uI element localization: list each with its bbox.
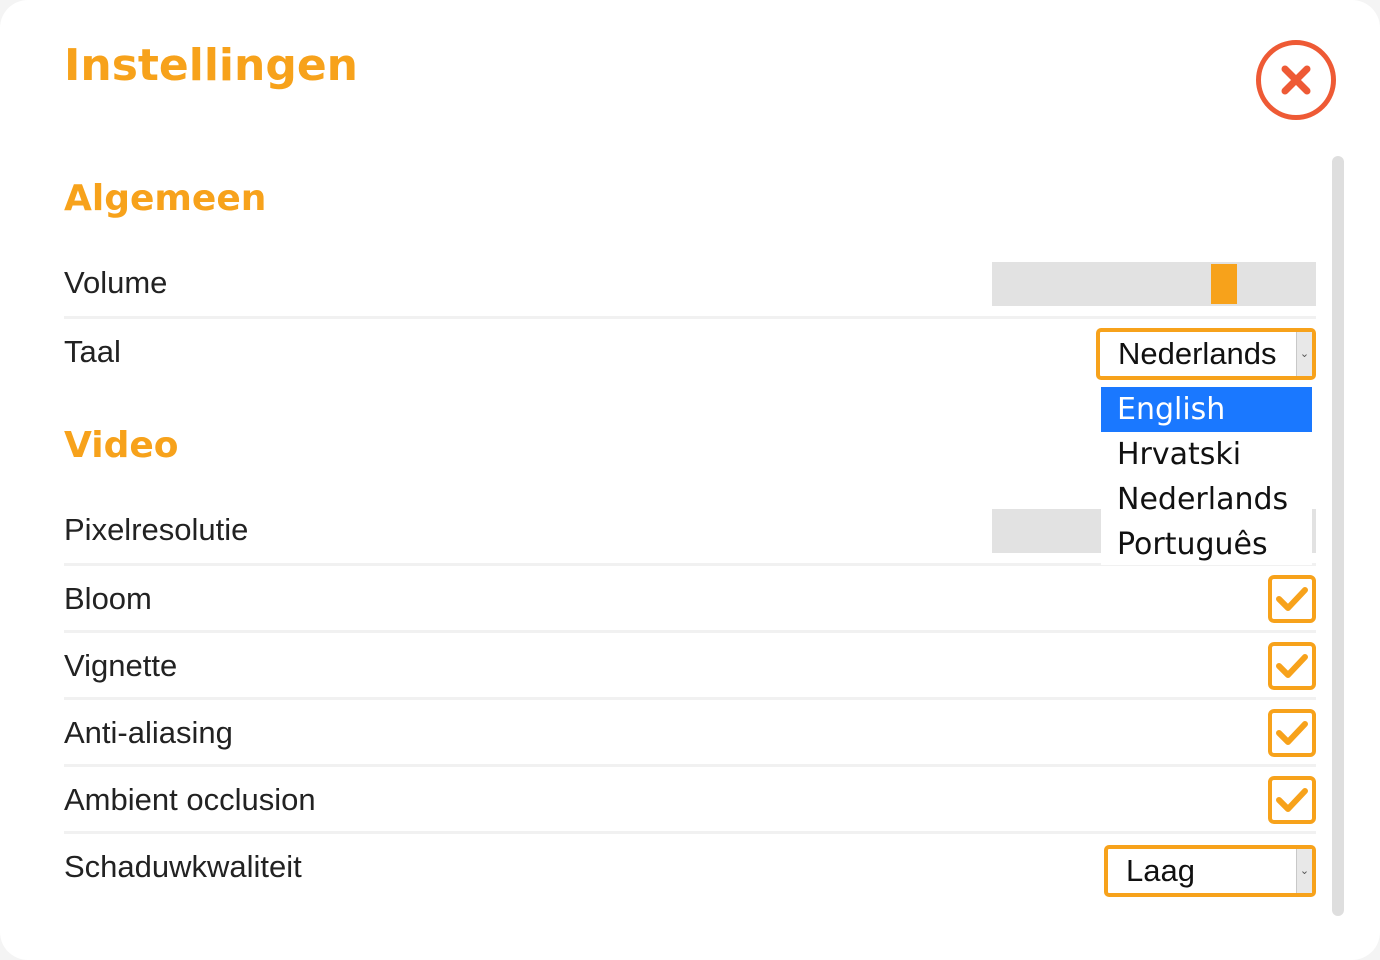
- language-option-hrvatski[interactable]: Hrvatski: [1101, 432, 1312, 477]
- language-option-nederlands[interactable]: Nederlands: [1101, 477, 1312, 522]
- language-select[interactable]: Nederlands ⌄: [1096, 328, 1316, 380]
- vignette-label: Vignette: [64, 648, 178, 683]
- anti-aliasing-label: Anti-aliasing: [64, 715, 233, 750]
- ambient-occlusion-label: Ambient occlusion: [64, 782, 316, 817]
- dialog-title: Instellingen: [64, 40, 358, 91]
- section-title-video: Video: [64, 425, 179, 466]
- vignette-checkbox[interactable]: [1268, 642, 1316, 690]
- anti-aliasing-checkbox[interactable]: [1268, 709, 1316, 757]
- language-option-english[interactable]: English: [1101, 387, 1312, 432]
- shadow-quality-select-value: Laag: [1126, 853, 1195, 888]
- pixel-resolution-label: Pixelresolutie: [64, 512, 249, 547]
- setting-row-anti-aliasing: Anti-aliasing: [64, 701, 1316, 767]
- volume-slider-thumb[interactable]: [1211, 264, 1237, 304]
- shadow-quality-label: Schaduwkwaliteit: [64, 849, 302, 884]
- scrollbar[interactable]: [1332, 156, 1344, 916]
- volume-slider[interactable]: [992, 262, 1316, 306]
- shadow-quality-select[interactable]: Laag ⌄: [1104, 845, 1316, 897]
- chevron-down-icon: ⌄: [1296, 332, 1312, 376]
- checkmark-icon: [1276, 587, 1308, 611]
- setting-row-bloom: Bloom: [64, 567, 1316, 633]
- language-option-portugues[interactable]: Português: [1101, 522, 1312, 567]
- close-button[interactable]: [1256, 40, 1336, 120]
- settings-dialog: Instellingen Algemeen Volume Taal Nederl…: [0, 0, 1380, 960]
- language-select-value: Nederlands: [1118, 336, 1277, 371]
- close-x-icon: [1281, 65, 1311, 95]
- setting-row-volume: Volume: [64, 253, 1316, 319]
- setting-row-language: Taal Nederlands ⌄: [64, 320, 1316, 386]
- bloom-label: Bloom: [64, 581, 152, 616]
- setting-row-ambient-occlusion: Ambient occlusion: [64, 768, 1316, 834]
- checkmark-icon: [1276, 721, 1308, 745]
- language-label: Taal: [64, 334, 121, 369]
- setting-row-vignette: Vignette: [64, 634, 1316, 700]
- language-dropdown-list: English Hrvatski Nederlands Português: [1101, 387, 1312, 565]
- section-title-general: Algemeen: [64, 178, 267, 219]
- checkmark-icon: [1276, 788, 1308, 812]
- ambient-occlusion-checkbox[interactable]: [1268, 776, 1316, 824]
- bloom-checkbox[interactable]: [1268, 575, 1316, 623]
- setting-row-shadow-quality: Schaduwkwaliteit Laag ⌄: [64, 835, 1316, 901]
- volume-label: Volume: [64, 265, 168, 300]
- chevron-down-icon: ⌄: [1296, 849, 1312, 893]
- checkmark-icon: [1276, 654, 1308, 678]
